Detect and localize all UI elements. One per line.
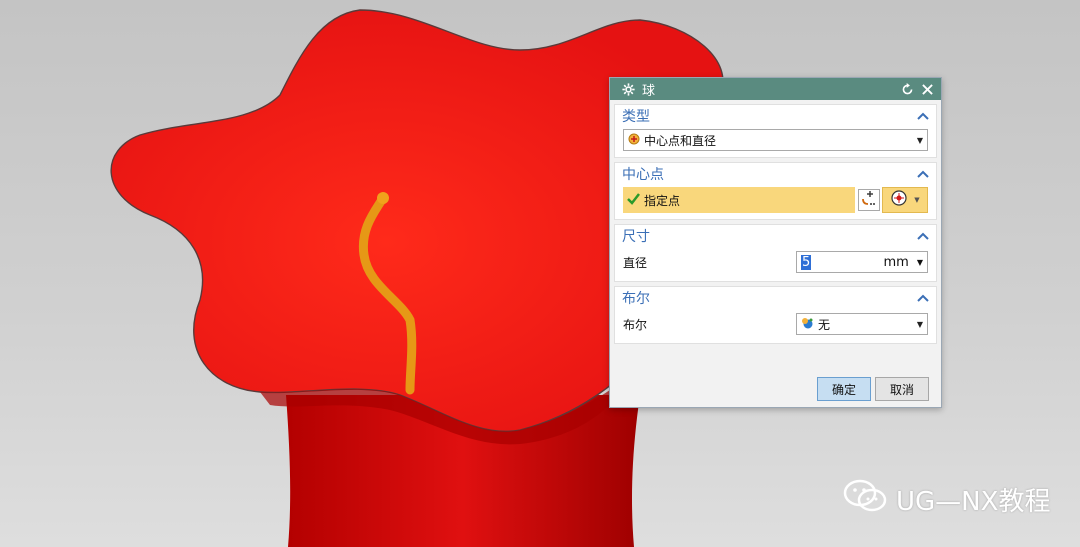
watermark-text: UG—NX教程 [896, 487, 1051, 517]
chevron-down-icon[interactable]: ▼ [917, 136, 923, 145]
chevron-down-icon: ▼ [914, 196, 920, 204]
point-dialog-button[interactable] [858, 189, 880, 211]
point-type-dropdown[interactable]: ▼ [882, 187, 928, 213]
dialog-title: 球 [642, 83, 656, 99]
chevron-down-icon[interactable]: ▼ [917, 258, 923, 267]
boolean-section-header[interactable]: 布尔 [615, 287, 936, 309]
type-select-value: 中心点和直径 [644, 133, 717, 148]
type-section-header[interactable]: 类型 [615, 105, 936, 127]
boolean-none-icon [801, 317, 814, 332]
checkmark-icon [627, 192, 640, 208]
diameter-unit: mm [883, 254, 909, 270]
center-section-header[interactable]: 中心点 [615, 163, 936, 185]
stamen-tip [377, 192, 389, 204]
inferred-point-icon [890, 189, 908, 211]
type-section-title: 类型 [622, 109, 650, 125]
collapse-icon[interactable] [917, 292, 929, 304]
size-section-header[interactable]: 尺寸 [615, 225, 936, 247]
type-select[interactable]: 中心点和直径 ▼ [623, 129, 928, 151]
boolean-label: 布尔 [623, 317, 648, 332]
boolean-section: 布尔 布尔 无 ▼ [614, 286, 937, 344]
diameter-value: 5 [801, 254, 812, 270]
size-section-title: 尺寸 [622, 229, 650, 245]
dialog-footer: 确定 取消 [610, 371, 941, 407]
close-icon[interactable] [919, 81, 935, 97]
center-section: 中心点 指定点 ▼ [614, 162, 937, 220]
boolean-select[interactable]: 无 ▼ [796, 313, 928, 335]
collapse-icon[interactable] [917, 110, 929, 122]
boolean-select-value: 无 [818, 317, 831, 332]
gear-icon[interactable] [620, 81, 636, 97]
type-section: 类型 中心点和直径 ▼ [614, 104, 937, 158]
watermark: UG—NX教程 [842, 478, 1050, 521]
wechat-icon [842, 478, 888, 521]
specify-point-label: 指定点 [644, 193, 681, 208]
dialog-titlebar: 球 [610, 78, 941, 100]
graphics-viewport[interactable]: 球 类型 中心点和直径 ▼ 中心点 指定点 ▼ 尺寸 直径 5 mm ▼ 布尔 … [0, 0, 1080, 547]
specify-point-row[interactable]: 指定点 [623, 187, 855, 213]
center-diameter-icon [628, 133, 640, 148]
collapse-icon[interactable] [917, 230, 929, 242]
reset-icon[interactable] [899, 81, 915, 97]
collapse-icon[interactable] [917, 168, 929, 180]
center-section-title: 中心点 [622, 167, 664, 183]
diameter-label: 直径 [623, 255, 648, 270]
cancel-button[interactable]: 取消 [875, 377, 929, 401]
point-dialog-icon [861, 190, 877, 210]
chevron-down-icon[interactable]: ▼ [917, 320, 923, 329]
size-section: 尺寸 直径 5 mm ▼ [614, 224, 937, 282]
sphere-dialog: 球 类型 中心点和直径 ▼ 中心点 指定点 ▼ 尺寸 直径 5 mm ▼ 布尔 … [609, 77, 942, 408]
ok-button[interactable]: 确定 [817, 377, 871, 401]
diameter-input[interactable]: 5 mm ▼ [796, 251, 928, 273]
boolean-section-title: 布尔 [622, 291, 650, 307]
